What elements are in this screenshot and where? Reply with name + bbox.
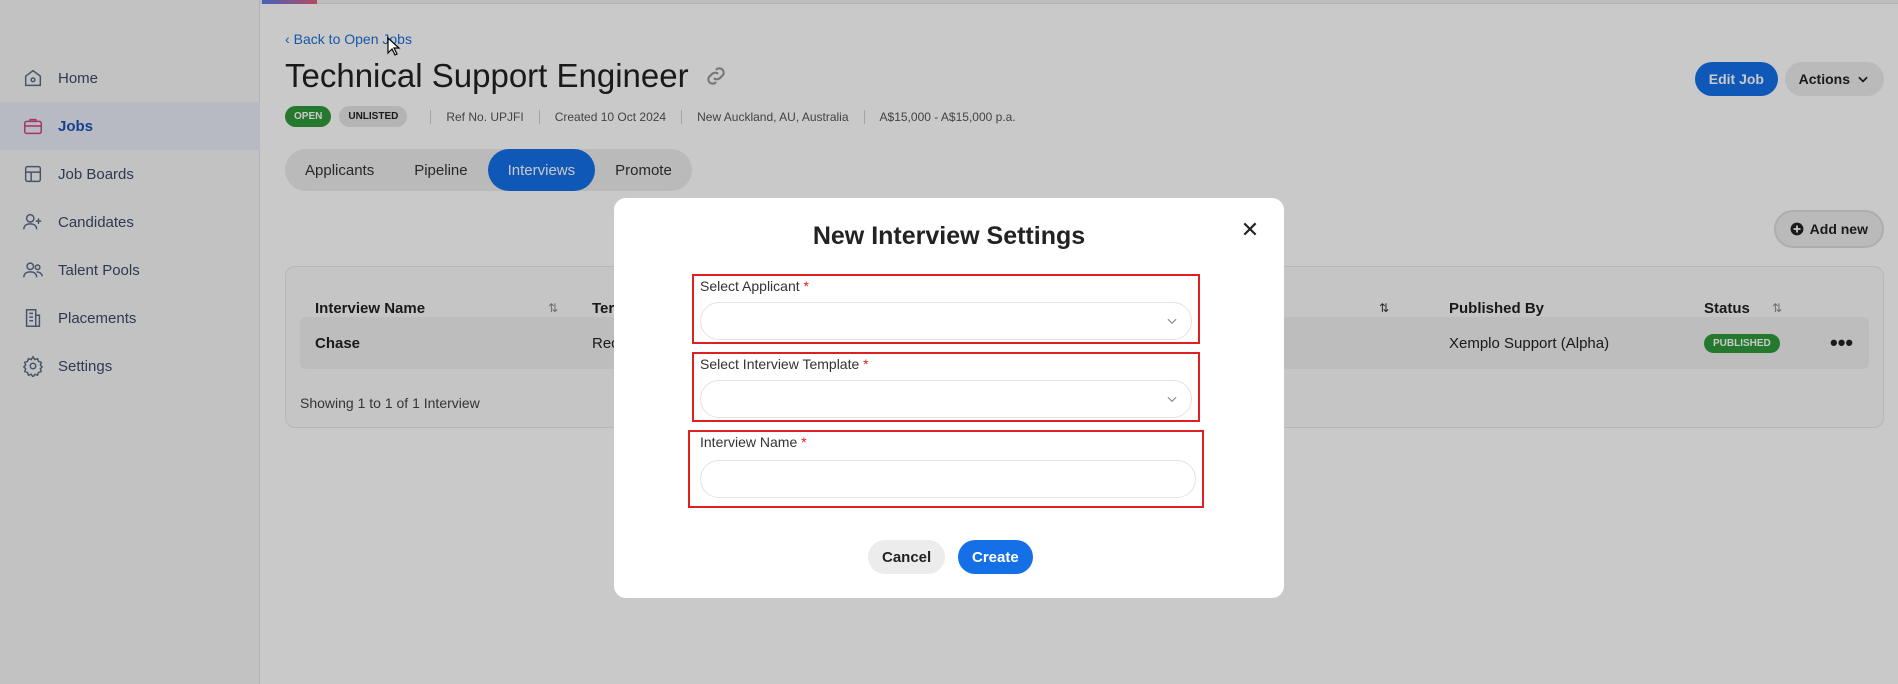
- template-field-group: Select Interview Template *: [692, 352, 1200, 422]
- mouse-cursor-icon: [387, 37, 401, 56]
- cancel-button[interactable]: Cancel: [868, 540, 946, 574]
- template-label: Select Interview Template *: [700, 356, 869, 372]
- create-button[interactable]: Create: [958, 540, 1033, 574]
- required-marker: *: [863, 356, 869, 372]
- required-marker: *: [801, 434, 807, 450]
- dialog-title: New Interview Settings: [812, 222, 1086, 250]
- applicant-select[interactable]: [700, 302, 1192, 340]
- interview-name-label-text: Interview Name: [700, 434, 798, 450]
- interview-name-field-group: Interview Name *: [688, 430, 1204, 508]
- chevron-down-icon: [1167, 318, 1177, 325]
- new-interview-dialog: New Interview Settings ✕ Select Applican…: [614, 198, 1284, 598]
- chevron-down-icon: [1167, 396, 1177, 403]
- template-label-text: Select Interview Template: [700, 356, 860, 372]
- applicant-label: Select Applicant *: [700, 278, 809, 294]
- applicant-field-group: Select Applicant *: [692, 274, 1200, 344]
- required-marker: *: [803, 278, 809, 294]
- interview-name-input[interactable]: [700, 460, 1196, 498]
- interview-template-select[interactable]: [700, 380, 1192, 418]
- interview-name-label: Interview Name *: [700, 434, 807, 450]
- close-icon[interactable]: ✕: [1238, 218, 1262, 242]
- applicant-label-text: Select Applicant: [700, 278, 800, 294]
